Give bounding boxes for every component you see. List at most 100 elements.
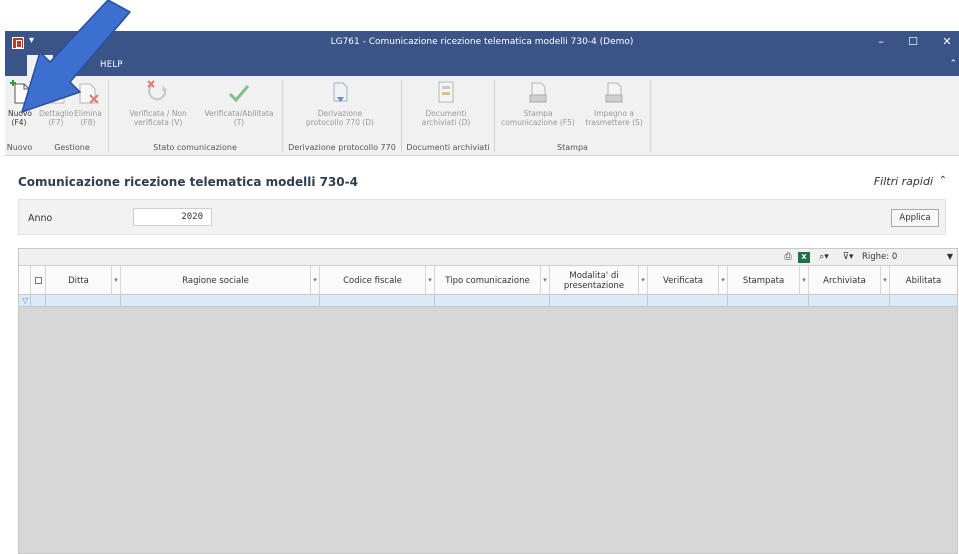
column-label: Stampata — [742, 275, 785, 286]
ribbon-collapse-icon[interactable]: ⌃ — [949, 59, 957, 69]
quick-filters-toggle[interactable]: Filtri rapidi — [874, 175, 933, 188]
filter-cell[interactable] — [728, 295, 809, 307]
anno-input[interactable]: 2020 — [133, 208, 212, 226]
new-button-label: Nuovo — [8, 109, 32, 118]
verify-enable-button[interactable]: Verificata/Abilitata (T) — [201, 80, 277, 127]
checkmark-icon — [228, 85, 250, 103]
group-label-derivazione: Derivazione protocollo 770 — [288, 143, 396, 152]
column-tipo-comunicazione[interactable]: Tipo comunicazione — [435, 266, 541, 295]
column-sort-modalita[interactable]: ▾ — [639, 266, 648, 295]
detail-button-label: Dettaglio — [39, 109, 74, 118]
archived-documents-shortcut: archiviati (D) — [421, 118, 471, 127]
filter-cell[interactable] — [435, 295, 550, 307]
column-sort-codice[interactable]: ▾ — [426, 266, 435, 295]
tab-help[interactable]: HELP — [90, 55, 133, 76]
filter-cell[interactable] — [121, 295, 320, 307]
filter-cell[interactable] — [890, 295, 957, 307]
print-communication-label: Stampa — [523, 109, 553, 118]
column-ragione-sociale[interactable]: Ragione sociale — [121, 266, 311, 295]
column-verificata[interactable]: Verificata — [648, 266, 719, 295]
group-separator — [401, 80, 402, 152]
column-label: Ragione sociale — [182, 275, 249, 286]
funnel-icon: ▽ — [22, 296, 29, 305]
print-commitment-label: Impegno a — [594, 109, 634, 118]
delete-button-shortcut: (F8) — [80, 118, 96, 127]
tab-main[interactable]: A — [27, 55, 54, 76]
ribbon-tabs: A HELP ⌃ — [5, 55, 959, 76]
column-ditta[interactable]: Ditta — [46, 266, 112, 295]
print-communication-button[interactable]: Stampa comunicazione (F5) — [495, 80, 581, 127]
filter-row-indicator: ▽ — [19, 295, 31, 307]
select-all-checkbox[interactable] — [34, 277, 42, 284]
grid-header: Ditta ▾ Ragione sociale ▾ Codice fiscale… — [19, 266, 957, 295]
detail-button-shortcut: (F7) — [48, 118, 64, 127]
derive-protocol-label: Derivazione — [317, 109, 363, 118]
group-label-documenti: Documenti archiviati — [406, 143, 490, 152]
sort-icon: ▾ — [428, 276, 432, 284]
column-modalita[interactable]: Modalita' di presentazione — [550, 266, 639, 295]
group-label-nuovo: Nuovo — [6, 143, 33, 152]
verify-enable-button-shortcut: (T) — [233, 118, 245, 127]
apply-button[interactable]: Applica — [891, 209, 939, 227]
column-stampata[interactable]: Stampata — [728, 266, 800, 295]
group-separator — [108, 80, 109, 152]
column-sort-verificata[interactable]: ▾ — [719, 266, 728, 295]
print-commitment-icon — [605, 82, 623, 103]
close-button[interactable]: ✕ — [937, 34, 957, 50]
filter-dropdown-icon[interactable]: ⊽▾ — [838, 252, 858, 263]
grid-print-icon[interactable]: ⎙ — [782, 252, 794, 263]
derive-protocol-button[interactable]: Derivazione protocollo 770 (D) — [285, 80, 395, 127]
window-title: LG761 - Comunicazione ricezione telemati… — [330, 37, 634, 47]
delete-button-label: Elimina — [74, 109, 102, 118]
unverify-button[interactable]: Verificata / Non verificata (V) — [113, 80, 203, 127]
group-label-gestione: Gestione — [54, 143, 90, 152]
chevron-up-icon[interactable]: ⌃ — [939, 175, 947, 186]
verify-enable-button-label: Verificata/Abilitata — [204, 109, 274, 118]
filter-cell[interactable] — [320, 295, 435, 307]
delete-document-icon — [79, 83, 99, 104]
column-sort-stampata[interactable]: ▾ — [800, 266, 809, 295]
search-dropdown-icon[interactable]: ⌕▾ — [814, 252, 834, 263]
sort-icon: ▾ — [883, 276, 887, 284]
page-title: Comunicazione ricezione telematica model… — [18, 175, 358, 189]
print-communication-shortcut: comunicazione (F5) — [501, 118, 575, 127]
print-icon — [529, 82, 547, 103]
print-commitment-button[interactable]: Impegno a trasmettere (S) — [579, 80, 649, 127]
filter-cell[interactable] — [31, 295, 46, 307]
sort-icon: ▾ — [543, 276, 547, 284]
archived-documents-label: Documenti — [425, 109, 467, 118]
detail-button[interactable]: Dettaglio (F7) — [39, 80, 73, 127]
maximize-button[interactable]: ☐ — [903, 34, 923, 50]
group-separator — [650, 80, 651, 152]
new-button[interactable]: Nuovo (F4) — [8, 80, 32, 127]
title-bar: ▾ LG761 - Comunicazione ricezione telema… — [5, 31, 959, 55]
group-label-stampa: Stampa — [557, 143, 588, 152]
excel-export-icon[interactable]: X — [798, 252, 810, 263]
unverify-button-shortcut: verificata (V) — [133, 118, 183, 127]
minimize-button[interactable]: – — [871, 34, 891, 50]
column-archiviata[interactable]: Archiviata — [809, 266, 881, 295]
column-label: Modalita' di presentazione — [563, 270, 625, 291]
column-select-all[interactable] — [31, 266, 46, 295]
archive-icon — [438, 81, 454, 103]
print-commitment-shortcut: trasmettere (S) — [585, 118, 643, 127]
archived-documents-button[interactable]: Documenti archiviati (D) — [403, 80, 489, 127]
filter-cell[interactable] — [648, 295, 728, 307]
filter-cell[interactable] — [809, 295, 890, 307]
column-sort-ditta[interactable]: ▾ — [112, 266, 121, 295]
column-sort-archiviata[interactable]: ▾ — [881, 266, 890, 295]
delete-button[interactable]: Elimina (F8) — [73, 80, 103, 127]
grid-toolbar: ⎙ X ⌕▾ ⊽▾ Righe: 0 ▼ — [19, 249, 957, 266]
rows-dropdown-icon[interactable]: ▼ — [947, 252, 953, 261]
column-abilitata[interactable]: Abilitata — [890, 266, 957, 295]
column-codice-fiscale[interactable]: Codice fiscale — [320, 266, 426, 295]
column-row-indicator — [19, 266, 31, 295]
filter-cell[interactable] — [550, 295, 648, 307]
derive-protocol-icon — [333, 82, 348, 102]
rows-count: Righe: 0 — [862, 252, 898, 262]
column-label: Ditta — [68, 275, 89, 286]
column-sort-ragione[interactable]: ▾ — [311, 266, 320, 295]
grid-filter-row: ▽ — [19, 295, 957, 307]
filter-cell[interactable] — [46, 295, 121, 307]
column-sort-tipo[interactable]: ▾ — [541, 266, 550, 295]
